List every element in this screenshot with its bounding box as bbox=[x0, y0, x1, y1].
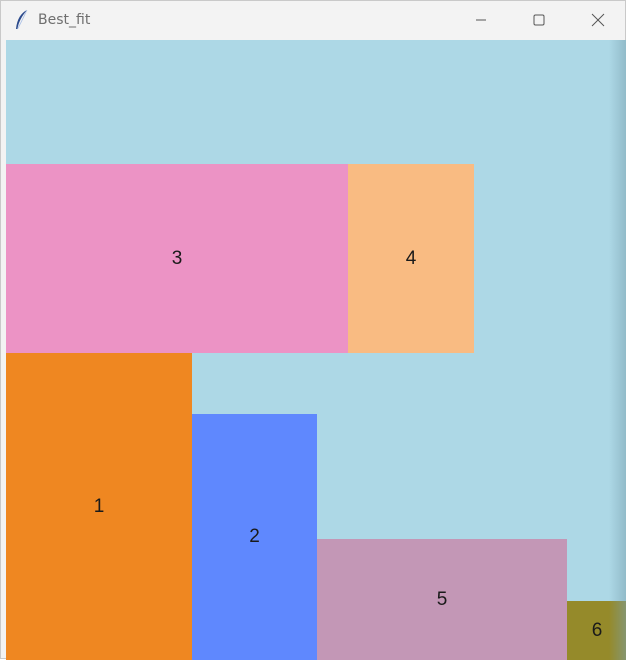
canvas-edge-shadow bbox=[609, 40, 626, 660]
packing-canvas: 3 4 1 2 5 6 bbox=[6, 40, 626, 660]
title-bar[interactable]: Best_fit bbox=[1, 1, 625, 39]
maximize-button[interactable] bbox=[516, 1, 562, 39]
block-label: 3 bbox=[171, 247, 183, 269]
block-2: 2 bbox=[192, 414, 317, 660]
block-6: 6 bbox=[567, 601, 626, 660]
block-1: 1 bbox=[6, 353, 192, 660]
maximize-icon bbox=[533, 14, 545, 26]
block-label: 4 bbox=[405, 247, 417, 269]
window-title: Best_fit bbox=[38, 12, 91, 28]
block-5: 5 bbox=[317, 539, 567, 660]
block-label: 1 bbox=[93, 495, 105, 517]
block-label: 2 bbox=[249, 526, 260, 547]
block-3: 3 bbox=[6, 164, 348, 353]
block-4: 4 bbox=[348, 164, 474, 353]
close-icon bbox=[591, 13, 605, 27]
minimize-icon bbox=[475, 14, 487, 26]
close-button[interactable] bbox=[575, 1, 621, 39]
app-window: Best_fit 3 4 1 2 5 6 bbox=[0, 0, 626, 660]
feather-icon bbox=[14, 9, 30, 31]
block-label: 5 bbox=[436, 588, 448, 610]
minimize-button[interactable] bbox=[458, 1, 504, 39]
block-label: 6 bbox=[591, 619, 603, 641]
